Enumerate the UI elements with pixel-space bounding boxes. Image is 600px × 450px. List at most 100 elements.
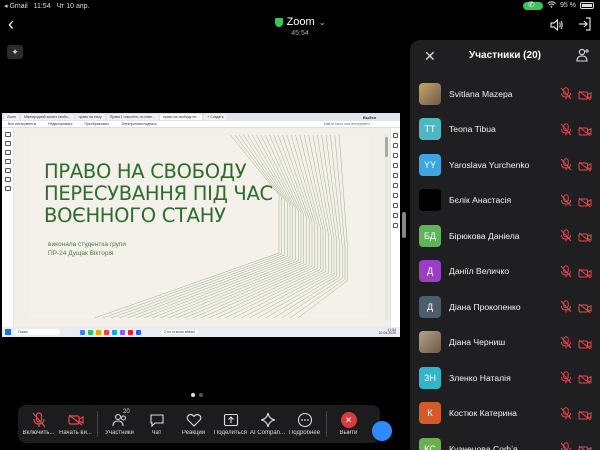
avatar: Д — [419, 260, 441, 283]
call-indicator-icon[interactable] — [523, 0, 544, 10]
participant-name: Svitlana Mazepa — [449, 88, 513, 99]
ai-sparkle-icon[interactable]: ✦ — [7, 45, 23, 59]
mic-muted-icon — [31, 412, 47, 428]
participant-name: Костюк Катерина — [449, 408, 517, 419]
chevron-down-icon: ⌄ — [318, 17, 326, 27]
participant-row[interactable]: TT Teona Tibua — [410, 112, 600, 148]
slide-subtitle-line: ПР-24 Дущак Вікторія — [48, 250, 114, 257]
mic-muted-icon — [560, 264, 572, 278]
slide-title-line: ПРАВО НА СВОБОДУ — [44, 160, 247, 183]
slide-title: ПРАВО НА СВОБОДУ ПЕРЕСУВАННЯ ПІД ЧАС ВОЄ… — [44, 161, 274, 227]
chat-button[interactable]: Чат — [138, 405, 175, 443]
battery-percent: 95 % — [560, 2, 576, 9]
participant-name: Зленко Наталія — [449, 372, 511, 383]
pdf-find: Найти текст или инструмент — [323, 122, 370, 126]
mic-muted-icon — [560, 406, 572, 420]
back-to-app[interactable]: ◂ Gmail — [4, 3, 28, 10]
reactions-button[interactable]: Реакции — [175, 405, 212, 443]
toolbar-divider — [97, 411, 98, 437]
more-icon — [297, 412, 313, 428]
pdf-tool: Редактировать — [48, 122, 73, 126]
pdf-right-tools — [390, 128, 400, 328]
participants-panel: ✕ Участники (20) Svitlana Mazepa TT Teona … — [410, 40, 600, 450]
browser-tab: Міжнародний захист свобо... — [20, 114, 74, 120]
add-participant-icon[interactable] — [576, 48, 590, 62]
pdf-left-tools — [2, 128, 14, 328]
speaker-icon[interactable] — [550, 18, 564, 32]
avatar — [419, 331, 441, 354]
shared-screen: Zoom Міжнародний захист свобо... право н… — [2, 113, 400, 337]
camera-off-icon — [578, 159, 592, 172]
avatar: TT — [419, 118, 441, 141]
camera-off-icon — [578, 372, 592, 385]
mic-muted-icon — [560, 300, 572, 313]
slide-subtitle: виконала студентка групи ПР-24 Дущак Вік… — [48, 240, 126, 258]
taskbar-notification: 2 on of snow ahead — [161, 330, 198, 334]
camera-off-icon — [578, 230, 592, 243]
share-button[interactable]: Поделиться — [212, 405, 249, 443]
heart-icon — [186, 412, 202, 428]
unmute-button[interactable]: Включить... — [20, 405, 57, 443]
unmute-label: Включить... — [22, 430, 55, 436]
leave-icon: ✕ — [340, 412, 357, 428]
start-video-label: Начать ви... — [59, 430, 92, 436]
participant-row[interactable]: БД Бірюкова Даніела — [410, 218, 600, 254]
shared-exit-label: Выйти — [362, 114, 376, 120]
pdf-tool: Все инструменты — [8, 122, 37, 126]
leave-icon-wrap: ✕ — [340, 412, 357, 428]
meeting-toolbar: Включить... Начать ви... 20 Участники Ча… — [18, 405, 380, 443]
taskbar-clock: 11:54 10.04.2025 — [378, 328, 396, 336]
camera-off-icon — [67, 412, 84, 428]
participant-name: Діана Прокопенко — [449, 301, 521, 312]
meeting-title-area[interactable]: Zoom ⌄ 45:54 — [200, 16, 400, 37]
leave-meeting-icon[interactable] — [578, 17, 592, 31]
mic-muted-icon — [560, 158, 572, 171]
reactions-label: Реакции — [181, 430, 206, 436]
avatar: Д — [419, 295, 441, 318]
participants-button[interactable]: 20 Участники — [101, 405, 138, 443]
ai-companion-button[interactable]: AI Compan... — [249, 405, 286, 443]
camera-off-icon — [578, 124, 592, 136]
participant-row[interactable]: Д Діана Прокопенко — [410, 289, 600, 325]
browser-tab-active: право на свободу пе... — [159, 114, 203, 120]
taskbar-date: 10.04.2025 — [378, 331, 396, 335]
pdf-toolbar: Все инструменты Редактировать Преобразов… — [2, 121, 400, 128]
camera-off-icon — [578, 443, 592, 450]
avatar: К — [419, 402, 441, 425]
leave-button[interactable]: ✕ Выйти — [330, 405, 367, 443]
meeting-title: Zoom — [286, 16, 315, 28]
participant-row[interactable]: YY Yaroslava Yurchenko — [410, 147, 600, 183]
panel-resize-handle[interactable] — [402, 212, 406, 238]
participant-name: Даніїл Величко — [449, 266, 510, 277]
panel-title: Участники (20) — [469, 50, 541, 61]
taskbar-apps — [80, 329, 141, 335]
page-dot-active[interactable] — [191, 393, 195, 397]
more-button[interactable]: Подробнее — [286, 405, 323, 443]
participant-row[interactable]: Д Даніїл Величко — [410, 254, 600, 290]
participant-name: Yaroslava Yurchenko — [449, 159, 530, 170]
participant-name: Кузнецова Софʼя — [449, 443, 518, 450]
windows-logo-icon — [5, 329, 11, 335]
status-right: 95 % — [523, 0, 594, 10]
participant-row[interactable]: К Костюк Катерина — [410, 396, 600, 432]
browser-tab: Zoom — [4, 114, 19, 120]
participant-row[interactable]: КС Кузнецова Софʼя — [410, 431, 600, 450]
participant-row[interactable]: Діана Черниш — [410, 325, 600, 361]
mic-muted-icon — [560, 335, 572, 349]
participant-name: Бірюкова Даніела — [449, 230, 520, 241]
chat-label: Чат — [151, 430, 162, 436]
sparkle-icon — [260, 412, 276, 428]
avatar — [419, 189, 441, 212]
participant-row[interactable]: Бєлік Анастасія — [410, 183, 600, 219]
page-dot[interactable] — [199, 393, 203, 397]
back-chevron-icon[interactable]: ‹ — [8, 14, 14, 35]
participant-row[interactable]: Svitlana Mazepa — [410, 76, 600, 112]
participant-name: Teona Tibua — [449, 124, 496, 135]
participant-row[interactable]: ЗН Зленко Наталія — [410, 360, 600, 396]
participant-name: Бєлік Анастасія — [449, 195, 512, 206]
floating-action-button[interactable] — [372, 421, 392, 441]
chat-icon — [149, 412, 165, 428]
pdf-tool: Электронная подпись — [121, 122, 157, 126]
start-video-button[interactable]: Начать ви... — [57, 405, 94, 443]
avatar: ЗН — [419, 366, 441, 389]
